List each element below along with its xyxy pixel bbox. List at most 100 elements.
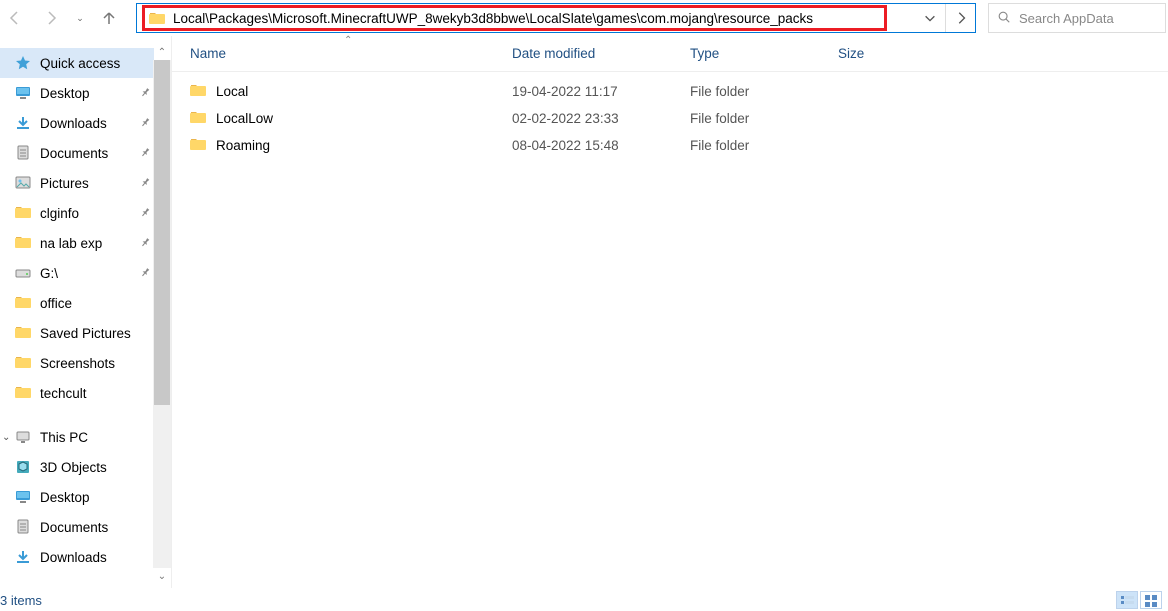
file-type: File folder: [690, 111, 838, 126]
sidebar-item[interactable]: Pictures: [0, 168, 154, 198]
sidebar-label: This PC: [40, 430, 88, 445]
sidebar-item[interactable]: Documents: [0, 138, 154, 168]
pin-icon: [135, 264, 153, 283]
chevron-right-icon: ⌄: [2, 432, 10, 443]
sidebar-scrollbar[interactable]: ⌃ ⌄: [153, 44, 171, 584]
folder-icon: [149, 11, 165, 25]
address-path[interactable]: Local\Packages\Microsoft.MinecraftUWP_8w…: [173, 11, 915, 26]
file-name: Roaming: [216, 138, 270, 153]
sidebar-item[interactable]: G:\: [0, 258, 154, 288]
sidebar-item-label: Desktop: [40, 490, 90, 505]
sidebar-item-label: clginfo: [40, 206, 79, 221]
toolbar: ⌄ Local\Packages\Microsoft.MinecraftUWP_…: [0, 0, 1168, 36]
chevron-down-icon: ⌄: [76, 15, 84, 21]
search-placeholder: Search AppData: [1019, 11, 1114, 26]
sidebar-item-label: na lab exp: [40, 236, 102, 251]
sidebar-item-label: Documents: [40, 146, 108, 161]
quick-access-group: Quick access Desktop Downloads Documents Pi…: [0, 48, 154, 408]
sidebar-item-label: office: [40, 296, 72, 311]
file-type: File folder: [690, 84, 838, 99]
sidebar-item[interactable]: Desktop: [0, 78, 154, 108]
folder-icon: [14, 355, 32, 371]
scrollbar-thumb[interactable]: [154, 60, 170, 405]
folder-icon: [190, 83, 206, 100]
sidebar-item[interactable]: office: [0, 288, 154, 318]
folder-icon: [14, 385, 32, 401]
address-bar[interactable]: Local\Packages\Microsoft.MinecraftUWP_8w…: [136, 3, 976, 33]
pic-icon: [14, 175, 32, 191]
column-name[interactable]: Name: [190, 46, 512, 61]
3d-icon: [14, 459, 32, 475]
pin-icon: [135, 114, 153, 133]
sidebar-item-label: G:\: [40, 266, 58, 281]
folder-icon: [14, 325, 32, 341]
pc-icon: [14, 429, 32, 445]
sidebar-item[interactable]: Desktop: [0, 482, 154, 512]
file-name: Local: [216, 84, 248, 99]
pin-icon: [135, 84, 153, 103]
sidebar-item[interactable]: na lab exp: [0, 228, 154, 258]
download-icon: [14, 549, 32, 565]
view-details-button[interactable]: [1116, 591, 1138, 609]
star-icon: [14, 55, 32, 71]
column-headers: ⌃ Name Date modified Type Size: [172, 36, 1168, 72]
drive-icon: [14, 265, 32, 281]
sidebar-item[interactable]: 3D Objects: [0, 452, 154, 482]
sidebar-item-label: Downloads: [40, 116, 107, 131]
sidebar-item-label: Desktop: [40, 86, 90, 101]
folder-icon: [14, 205, 32, 221]
table-row[interactable]: Local 19-04-2022 11:17File folder: [172, 78, 1168, 105]
go-button[interactable]: [945, 4, 975, 32]
folder-icon: [190, 137, 206, 154]
file-list-pane: ⌃ Name Date modified Type Size Local 19-0…: [172, 36, 1168, 588]
status-bar: 3 items: [0, 589, 1168, 611]
column-type[interactable]: Type: [690, 46, 838, 61]
folder-icon: [14, 235, 32, 251]
file-date: 02-02-2022 23:33: [512, 111, 690, 126]
sidebar-label: Quick access: [40, 56, 120, 71]
search-icon: [997, 10, 1011, 27]
table-row[interactable]: Roaming 08-04-2022 15:48File folder: [172, 132, 1168, 159]
sidebar-item-label: Pictures: [40, 176, 89, 191]
scrollbar-track[interactable]: [153, 60, 171, 568]
navigation-pane: Quick access Desktop Downloads Documents Pi…: [0, 36, 172, 588]
doc-icon: [14, 145, 32, 161]
file-name: LocalLow: [216, 111, 273, 126]
sidebar-item[interactable]: Saved Pictures: [0, 318, 154, 348]
sidebar-item[interactable]: Downloads: [0, 542, 154, 572]
sidebar-item[interactable]: Downloads: [0, 108, 154, 138]
sidebar-item[interactable]: Screenshots: [0, 348, 154, 378]
folder-icon: [14, 295, 32, 311]
forward-button[interactable]: [36, 3, 66, 33]
file-date: 08-04-2022 15:48: [512, 138, 690, 153]
sidebar-item-this-pc[interactable]: ⌄ This PC: [0, 422, 154, 452]
address-dropdown-button[interactable]: [915, 4, 945, 32]
folder-icon: [190, 110, 206, 127]
sidebar-item[interactable]: clginfo: [0, 198, 154, 228]
scroll-up-icon[interactable]: ⌃: [153, 44, 171, 60]
sidebar-item[interactable]: techcult: [0, 378, 154, 408]
file-date: 19-04-2022 11:17: [512, 84, 690, 99]
up-button[interactable]: [94, 3, 124, 33]
main-area: Quick access Desktop Downloads Documents Pi…: [0, 36, 1168, 588]
sidebar-item-label: Screenshots: [40, 356, 115, 371]
sidebar-item-label: Documents: [40, 520, 108, 535]
pin-icon: [135, 204, 153, 223]
table-row[interactable]: LocalLow 02-02-2022 23:33File folder: [172, 105, 1168, 132]
status-item-count: 3 items: [0, 593, 42, 608]
sort-indicator-icon: ⌃: [344, 35, 352, 46]
sidebar-item[interactable]: Documents: [0, 512, 154, 542]
pin-icon: [135, 174, 153, 193]
column-size[interactable]: Size: [838, 46, 938, 61]
doc-icon: [14, 519, 32, 535]
view-icons-button[interactable]: [1140, 591, 1162, 609]
column-date[interactable]: Date modified: [512, 46, 690, 61]
sidebar-item-quick-access[interactable]: Quick access: [0, 48, 154, 78]
sidebar-item-label: Downloads: [40, 550, 107, 565]
recent-locations-button[interactable]: ⌄: [72, 15, 88, 21]
search-input[interactable]: Search AppData: [988, 3, 1166, 33]
back-button[interactable]: [0, 3, 30, 33]
scroll-down-icon[interactable]: ⌄: [153, 568, 171, 584]
file-type: File folder: [690, 138, 838, 153]
download-icon: [14, 115, 32, 131]
